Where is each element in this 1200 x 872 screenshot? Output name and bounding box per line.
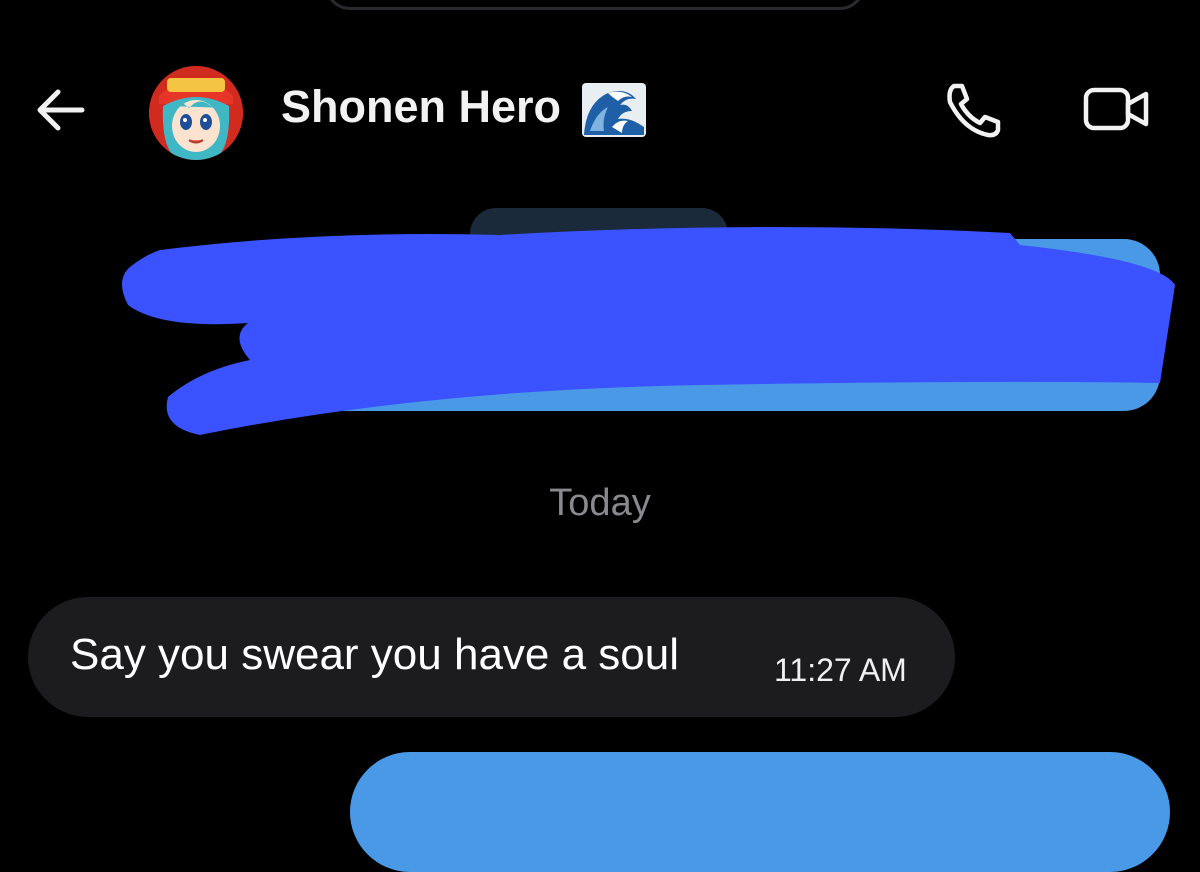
video-camera-icon: [1083, 87, 1149, 131]
back-button[interactable]: [30, 80, 90, 140]
avatar[interactable]: [149, 66, 243, 160]
redacted-message-area: [0, 205, 1200, 445]
message-text: Say you swear you have a soul: [70, 630, 680, 679]
message-timestamp: 11:27 AM: [774, 652, 907, 688]
water-wave-icon: [582, 83, 646, 137]
call-button[interactable]: [940, 80, 1004, 138]
arrow-left-icon: [37, 89, 85, 131]
incoming-message-bubble[interactable]: Say you swear you have a soul 11:27 AM: [28, 597, 955, 717]
date-separator: Today: [549, 482, 651, 524]
video-call-button[interactable]: [1082, 84, 1152, 134]
chat-header: Shonen Hero: [0, 0, 1200, 200]
phone-icon: [947, 83, 1001, 138]
avatar-image: [149, 66, 243, 160]
outgoing-message-bubble[interactable]: [350, 752, 1170, 872]
contact-name[interactable]: Shonen Hero: [281, 81, 561, 133]
redaction-scribble: [121, 208, 1176, 435]
